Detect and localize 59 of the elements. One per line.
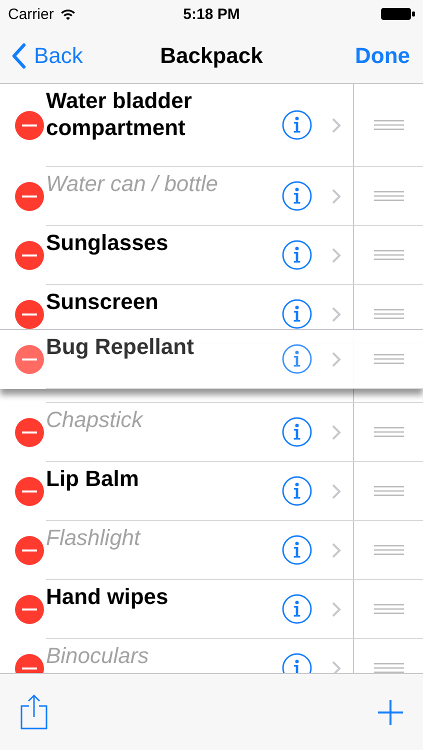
chevron-icon[interactable]: [332, 306, 341, 322]
clock-time: 5:18 PM: [183, 6, 240, 22]
info-icon[interactable]: [282, 535, 312, 565]
delete-icon[interactable]: [15, 111, 44, 140]
chevron-icon[interactable]: [332, 660, 341, 673]
info-icon[interactable]: [282, 344, 312, 374]
info-icon[interactable]: [282, 299, 312, 329]
chevron-icon[interactable]: [332, 188, 341, 204]
info-icon[interactable]: [282, 110, 312, 140]
delete-icon[interactable]: [15, 477, 44, 506]
chevron-icon[interactable]: [332, 352, 341, 366]
item-label: Flashlight: [46, 524, 142, 551]
reorder-icon[interactable]: [374, 354, 404, 364]
battery-icon: [381, 8, 415, 20]
done-button[interactable]: Done: [343, 42, 423, 68]
chevron-icon[interactable]: [332, 484, 341, 498]
screen-title: Backpack: [160, 42, 263, 68]
info-icon[interactable]: [282, 594, 312, 624]
add-icon[interactable]: [378, 700, 403, 724]
info-icon[interactable]: [282, 417, 312, 447]
info-icon[interactable]: [282, 181, 312, 211]
back-chevron-icon: [12, 42, 26, 68]
item-label: Bug Repellant: [46, 333, 195, 360]
reorder-icon[interactable]: [374, 427, 404, 437]
reorder-icon[interactable]: [374, 545, 404, 555]
delete-icon[interactable]: [15, 536, 44, 565]
wifi-icon: [60, 8, 76, 20]
reorder-icon[interactable]: [374, 486, 404, 496]
delete-icon[interactable]: [15, 418, 44, 447]
item-label: Binoculars: [46, 642, 150, 669]
delete-icon[interactable]: [15, 182, 44, 211]
info-icon[interactable]: [282, 476, 312, 506]
reorder-icon[interactable]: [374, 604, 404, 614]
item-label: Sunscreen: [46, 288, 160, 315]
item-label: Water bladder compartment: [46, 87, 193, 141]
delete-icon[interactable]: [15, 300, 44, 329]
item-label: Sunglasses: [46, 229, 170, 256]
delete-icon[interactable]: [15, 345, 44, 374]
chevron-icon[interactable]: [332, 424, 341, 440]
delete-icon[interactable]: [15, 595, 44, 624]
item-label: Chapstick: [46, 406, 144, 433]
chevron-icon[interactable]: [332, 542, 341, 558]
reorder-icon[interactable]: [374, 120, 404, 130]
reorder-icon[interactable]: [374, 663, 404, 673]
reorder-icon[interactable]: [374, 309, 404, 319]
carrier-label: Carrier: [8, 6, 54, 22]
chevron-icon[interactable]: [332, 602, 341, 616]
chevron-icon[interactable]: [332, 118, 341, 132]
chevron-icon[interactable]: [332, 248, 341, 262]
item-label: Water can / bottle: [46, 170, 220, 197]
back-button[interactable]: Back: [0, 42, 95, 68]
dragged-row[interactable]: Bug Repellant: [0, 329, 423, 389]
item-label: Hand wipes: [46, 583, 170, 610]
delete-icon[interactable]: [15, 241, 44, 270]
reorder-icon[interactable]: [374, 191, 404, 201]
reorder-icon[interactable]: [374, 250, 404, 260]
item-label: Lip Balm: [46, 465, 140, 492]
share-icon[interactable]: [20, 694, 48, 730]
info-icon[interactable]: [282, 240, 312, 270]
